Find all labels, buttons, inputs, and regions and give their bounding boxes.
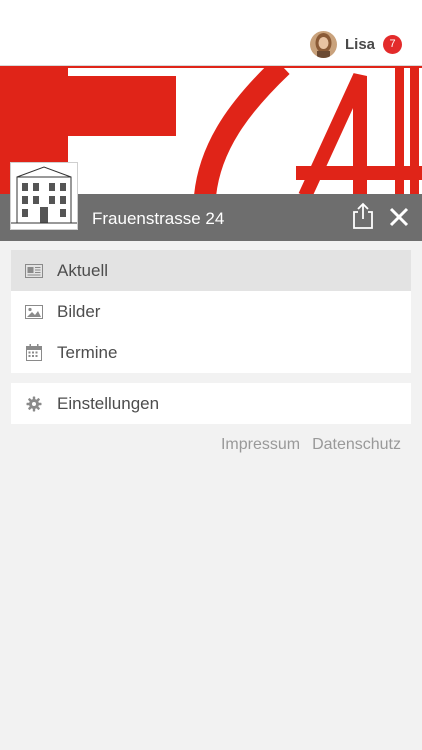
menu-item-aktuell[interactable]: Aktuell bbox=[11, 250, 411, 291]
share-icon bbox=[353, 202, 373, 229]
top-bar: Lisa 7 bbox=[0, 0, 422, 66]
newspaper-icon bbox=[24, 261, 44, 281]
footer-links: Impressum Datenschutz bbox=[209, 436, 401, 454]
impressum-link[interactable]: Impressum bbox=[221, 436, 300, 454]
user-profile[interactable]: Lisa 7 bbox=[309, 29, 402, 59]
menu-item-label: Aktuell bbox=[57, 260, 109, 280]
building-thumbnail bbox=[10, 162, 78, 230]
settings-menu: Einstellungen bbox=[11, 383, 411, 424]
menu-item-bilder[interactable]: Bilder bbox=[11, 291, 411, 332]
menu-item-label: Einstellungen bbox=[57, 393, 160, 413]
banner: Frauenstrasse 24 bbox=[0, 66, 422, 241]
menu-item-label: Termine bbox=[57, 342, 118, 362]
menu-item-termine[interactable]: Termine bbox=[11, 332, 411, 373]
close-icon bbox=[389, 207, 409, 227]
gear-icon bbox=[24, 394, 44, 414]
image-icon bbox=[24, 302, 44, 322]
menu-item-einstellungen[interactable]: Einstellungen bbox=[11, 383, 411, 424]
close-button[interactable] bbox=[388, 206, 410, 228]
datenschutz-link[interactable]: Datenschutz bbox=[312, 436, 401, 454]
menu-item-label: Bilder bbox=[57, 301, 101, 321]
page-title: Frauenstrasse 24 bbox=[92, 209, 225, 228]
notification-badge[interactable]: 7 bbox=[383, 34, 402, 54]
calendar-icon bbox=[24, 343, 44, 363]
share-button[interactable] bbox=[350, 202, 376, 230]
user-name[interactable]: Lisa bbox=[345, 36, 375, 53]
avatar[interactable] bbox=[309, 30, 337, 58]
main-menu: Aktuell Bilder Termine bbox=[11, 250, 411, 373]
